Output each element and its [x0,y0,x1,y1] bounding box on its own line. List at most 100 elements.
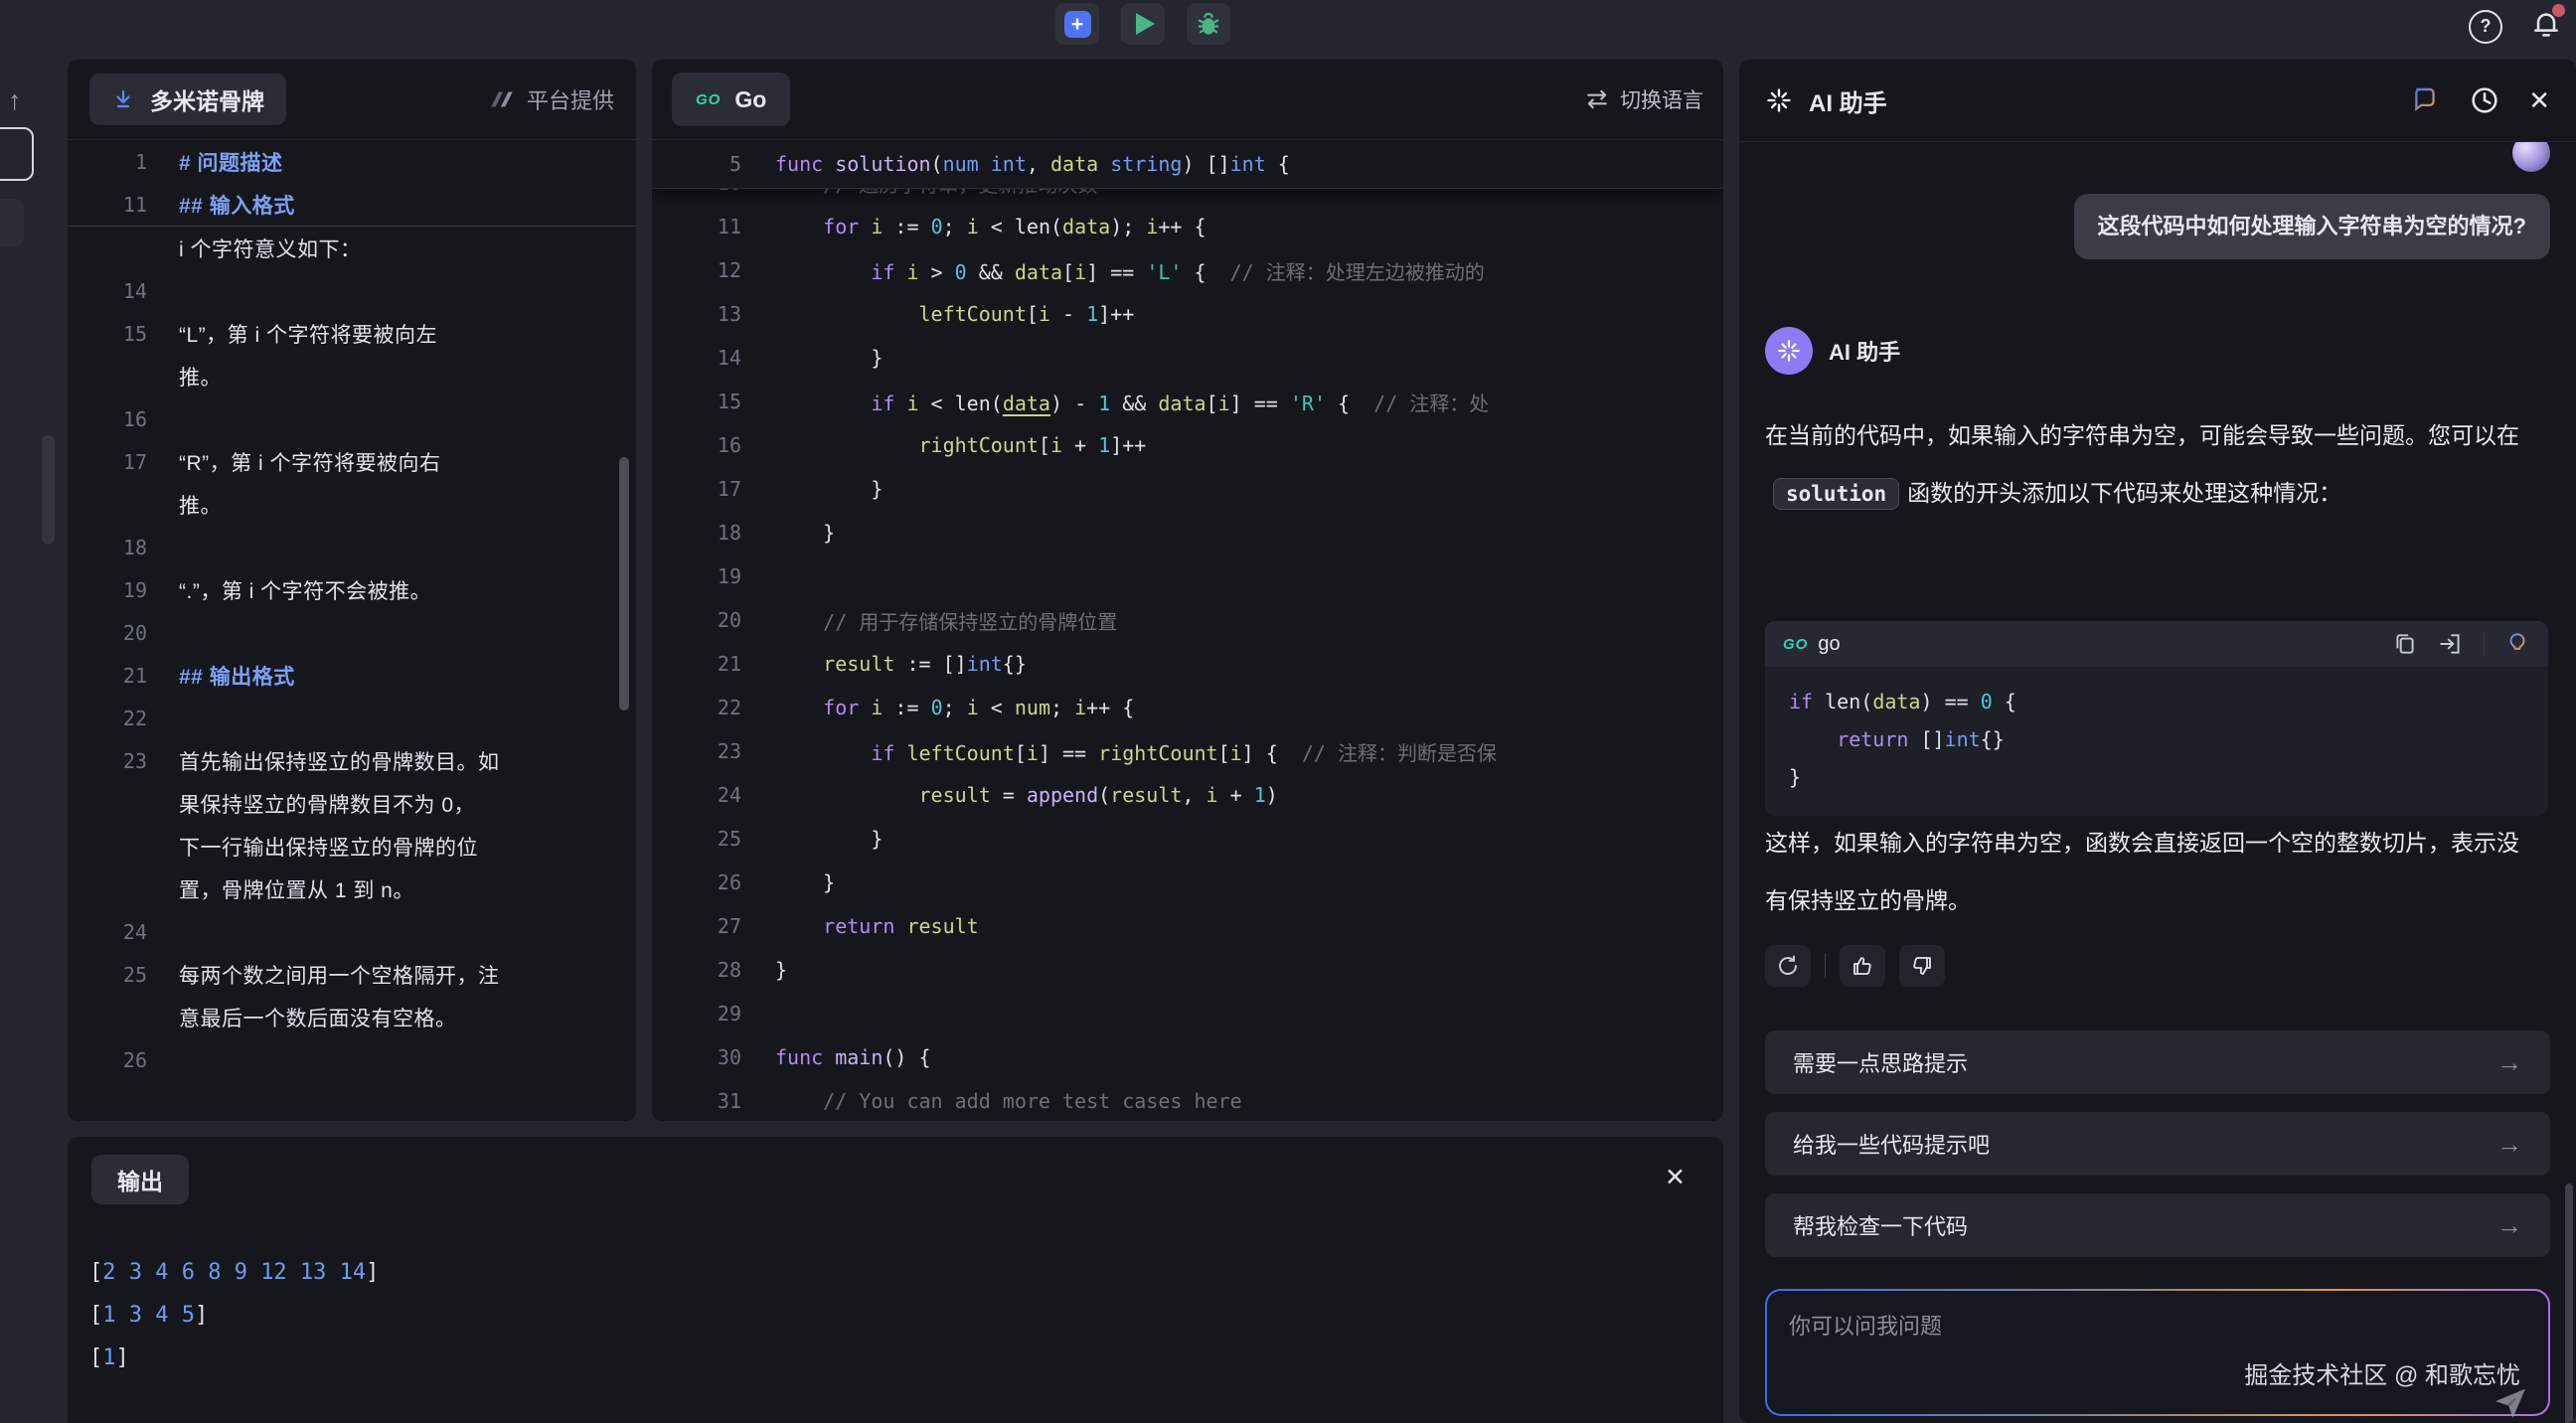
left-scrollbar[interactable] [42,435,55,545]
chat-input-container: 掘金技术社区 @ 和歌忘忧 [1765,1289,2550,1416]
answer-intro-text: 在当前的代码中，如果输入的字符串为空，可能会导致一些问题。您可以在 [1765,422,2519,448]
line-number: 14 [68,279,179,303]
suggestion-label: 给我一些代码提示吧 [1793,1128,1990,1160]
problem-text: i 个字符意义如下： [179,234,362,263]
editor-sticky-line: 5func solution(num int, data string) []i… [652,140,1723,189]
line-number: 11 [68,193,179,217]
editor-header: GO Go 切换语言 [652,60,1723,140]
problem-text: 意最后一个数后面没有空格。 [179,1003,457,1032]
problem-row: 22 [68,697,636,739]
line-number: 17 [652,477,775,501]
ai-title: AI 助手 [1809,83,1887,118]
code-text: } [775,477,883,501]
add-testcase-button[interactable]: + [1055,3,1099,45]
problem-row: 11## 输入格式 [68,183,636,226]
code-line: 13 leftCount[i - 1]++ [652,292,1723,336]
code-text: for i := 0; i < num; i++ { [775,696,1134,719]
problem-sticky-headings: 1# 问题描述11## 输入格式 [68,140,636,227]
new-chat-icon[interactable] [2409,84,2441,116]
debug-button[interactable] [1187,3,1230,45]
line-number: 18 [652,521,775,545]
close-icon[interactable]: ✕ [1665,1163,1686,1192]
notification-badge [2552,4,2565,17]
code-block-body: if len(data) == 0 { return []int{}} [1765,667,2548,816]
problem-text: ## 输入格式 [179,190,295,220]
answer-action-bar [1765,945,1945,987]
line-number: 19 [68,578,179,602]
arrow-right-icon: → [2496,1210,2522,1241]
ai-scrollbar[interactable] [2565,1184,2573,1423]
code-text: } [775,870,835,894]
assistant-answer-outro: 这样，如果输入的字符串为空，函数会直接返回一个空的整数切片，表示没有保持竖立的骨… [1765,814,2540,929]
bulb-icon[interactable] [2504,631,2530,657]
thumbs-down-button[interactable] [1899,945,1945,987]
editor-code-area[interactable]: 10 // 遍历字符串，更新推动次数11 for i := 0; i < len… [652,161,1723,1121]
watermark-label: 掘金技术社区 @ 和歌忘忧 [2244,1355,2520,1390]
code-text: leftCount[i - 1]++ [775,302,1134,326]
arrow-right-icon: → [2496,1047,2522,1078]
run-button[interactable] [1121,3,1165,45]
problem-text: “.”，第 i 个字符不会被推。 [179,575,431,605]
code-text: rightCount[i + 1]++ [775,433,1146,457]
problem-text: “L”，第 i 个字符将要被向左 [179,319,437,349]
problem-row: 25每两个数之间用一个空格隔开，注 [68,953,636,996]
suggestion-button[interactable]: 帮我检查一下代码→ [1765,1193,2550,1257]
code-block-lang-label: go [1818,633,1840,656]
code-text: // You can add more test cases here [775,1089,1242,1113]
line-number: 12 [652,258,775,282]
line-number: 29 [652,1002,775,1026]
code-line: 25 } [652,817,1723,861]
problem-row: 26 [68,1038,636,1081]
go-logo-icon: GO [1783,636,1808,653]
insert-code-icon[interactable] [2438,631,2464,657]
code-line: 24 result = append(result, i + 1) [652,773,1723,817]
tab-go[interactable]: GO Go [672,73,790,126]
problem-text: “R”，第 i 个字符将要被向右 [179,447,441,477]
chat-input[interactable] [1767,1291,2548,1360]
help-icon[interactable]: ? [2469,10,2502,44]
code-text: // 用于存储保持竖立的骨牌位置 [775,606,1117,635]
line-number: 27 [652,914,775,938]
tab-go-label: Go [734,86,766,113]
send-icon[interactable] [2491,1382,2530,1422]
thumbs-up-icon [1851,954,1874,978]
answer-code-block: GO go [1765,621,2548,816]
code-line: 21 result := []int{} [652,642,1723,686]
close-icon[interactable]: ✕ [2528,87,2550,113]
problem-text: 下一行输出保持竖立的骨牌的位 [179,832,478,862]
output-line: [1] [89,1337,379,1379]
line-number: 5 [652,152,775,176]
problem-row: 推。 [68,483,636,526]
line-number: 26 [652,870,775,894]
regenerate-button[interactable] [1765,945,1811,987]
code-line: 5func solution(num int, data string) []i… [652,142,1290,186]
output-line: [2 3 4 6 8 9 12 13 14] [89,1251,379,1294]
notifications-button[interactable] [2530,8,2562,45]
code-line: 28} [652,948,1723,992]
bug-icon [1194,9,1223,39]
problem-text: # 问题描述 [179,147,283,177]
suggestion-button[interactable]: 给我一些代码提示吧→ [1765,1112,2550,1176]
suggestion-button[interactable]: 需要一点思路提示→ [1765,1030,2550,1094]
line-number: 15 [68,322,179,346]
copy-icon[interactable] [2392,631,2418,657]
problem-title-tab[interactable]: 多米诺骨牌 [89,74,286,125]
scroll-top-arrow[interactable]: ↑ [8,85,22,116]
code-line: 27 return result [652,904,1723,948]
output-console: [2 3 4 6 8 9 12 13 14][1 3 4 5][1] [89,1251,379,1379]
ai-assistant-panel: AI 助手 ✕ [1739,60,2576,1423]
history-icon[interactable] [2469,84,2500,116]
code-line: 23 if leftCount[i] == rightCount[i] { //… [652,729,1723,773]
refresh-icon [1776,954,1800,978]
problem-scrollbar[interactable] [619,457,629,711]
line-number: 24 [68,920,179,944]
thumbs-up-button[interactable] [1840,945,1885,987]
problem-content[interactable]: i 个字符意义如下：1415“L”，第 i 个字符将要被向左推。1617“R”，… [68,227,636,1081]
problem-row: 19“.”，第 i 个字符不会被推。 [68,568,636,611]
collapsed-nav-item [0,199,24,246]
divider [1825,953,1826,979]
switch-language-button[interactable]: 切换语言 [1584,84,1703,114]
suggestion-list: 需要一点思路提示→给我一些代码提示吧→帮我检查一下代码→ [1765,1030,2550,1257]
code-line: return []int{} [1789,720,2524,758]
line-number: 17 [68,450,179,474]
